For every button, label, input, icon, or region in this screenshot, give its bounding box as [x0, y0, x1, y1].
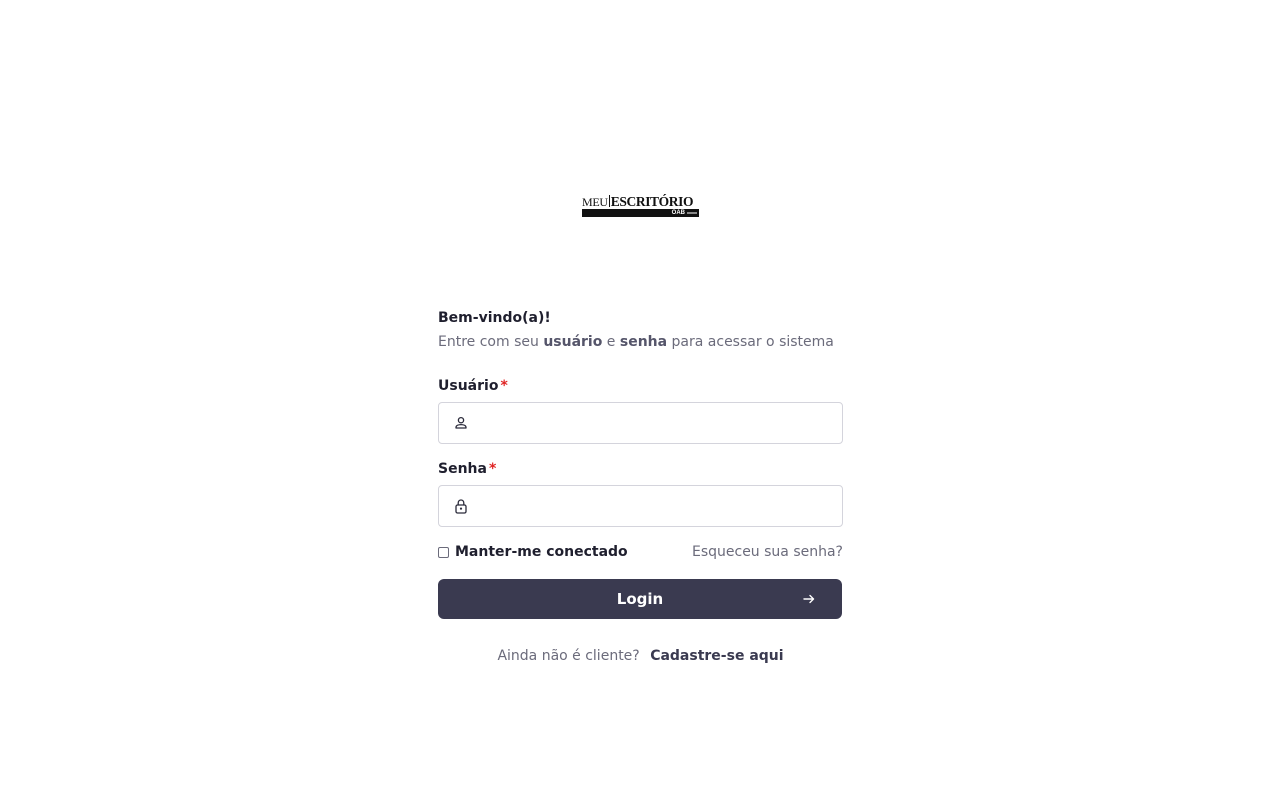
- required-mark: *: [500, 378, 508, 394]
- password-input[interactable]: [479, 486, 834, 526]
- username-field-wrapper: [438, 402, 843, 444]
- login-button[interactable]: Login: [438, 579, 842, 619]
- logo-text-meu: MEU: [582, 195, 608, 209]
- login-button-label: Login: [616, 590, 664, 608]
- username-label-text: Usuário: [438, 378, 499, 394]
- logo-wordmark: MEU ESCRITÓRIO: [582, 192, 699, 208]
- remember-me[interactable]: Manter-me conectado: [438, 542, 628, 562]
- forgot-password-link[interactable]: Esqueceu sua senha?: [692, 542, 843, 562]
- welcome-sub-mid: e: [602, 334, 620, 350]
- welcome-sub-suffix: para acessar o sistema: [667, 334, 834, 350]
- user-icon: [455, 416, 467, 429]
- logo-divider: [608, 195, 610, 207]
- welcome-subtitle: Entre com seu usuário e senha para acess…: [438, 332, 843, 352]
- login-form: Bem-vindo(a)! Entre com seu usuário e se…: [438, 308, 843, 664]
- password-label-text: Senha: [438, 461, 487, 477]
- signup-link[interactable]: Cadastre-se aqui: [650, 648, 783, 664]
- login-page: MEU ESCRITÓRIO OAB Bem-vindo(a)! Entre c…: [0, 0, 1280, 800]
- lock-icon: [455, 499, 467, 514]
- password-label: Senha *: [438, 459, 496, 479]
- username-label: Usuário *: [438, 376, 508, 396]
- arrow-right-icon: [803, 594, 815, 604]
- remember-checkbox[interactable]: [438, 546, 449, 558]
- remember-row: Manter-me conectado Esqueceu sua senha?: [438, 542, 843, 562]
- logo-text-escritorio: ESCRITÓRIO: [610, 193, 694, 209]
- logo-bar: OAB: [582, 209, 699, 217]
- password-field-wrapper: [438, 485, 843, 527]
- signup-question: Ainda não é cliente?: [497, 648, 640, 664]
- welcome-sub-user: usuário: [543, 334, 603, 350]
- remember-label: Manter-me conectado: [455, 544, 628, 560]
- welcome-title: Bem-vindo(a)!: [438, 310, 551, 326]
- welcome-sub-prefix: Entre com seu: [438, 334, 544, 350]
- logo-text-oab: OAB: [671, 210, 685, 216]
- username-input[interactable]: [479, 403, 834, 443]
- logo-bar-detail: [687, 212, 697, 214]
- welcome-sub-pass: senha: [619, 334, 668, 350]
- required-mark: *: [488, 461, 497, 477]
- signup-row: Ainda não é cliente? Cadastre-se aqui: [438, 646, 843, 666]
- brand-logo: MEU ESCRITÓRIO OAB: [582, 192, 699, 218]
